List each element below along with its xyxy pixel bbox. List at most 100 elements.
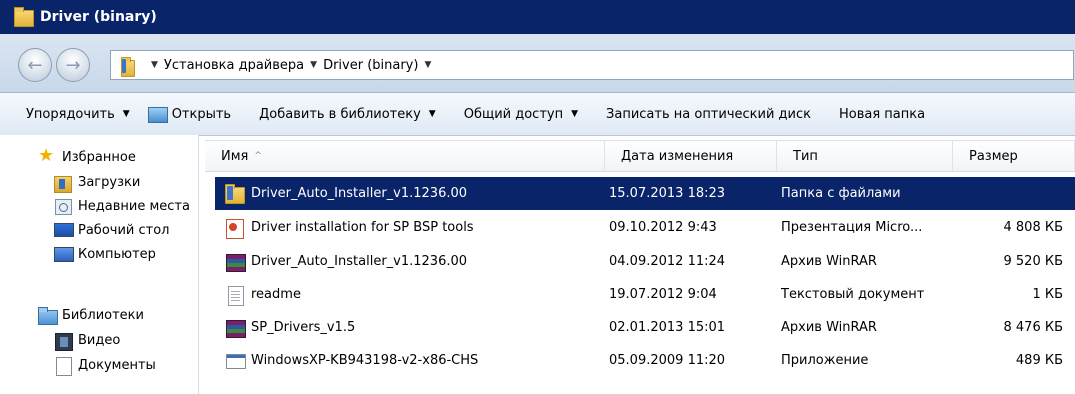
nav-item-documents[interactable]: Документы — [54, 357, 156, 376]
column-label: Размер — [969, 148, 1018, 164]
nav-item-favorites[interactable]: ★ Избранное — [38, 145, 136, 166]
column-header-size[interactable]: Размер — [953, 141, 1075, 171]
address-bar-area: ← → ▼ Установка драйвера ▼ Driver (binar… — [0, 34, 1075, 93]
file-name: Driver_Auto_Installer_v1.1236.00 — [251, 254, 468, 269]
file-name-cell: Driver installation for SP BSP tools — [225, 211, 605, 244]
file-name-cell: SP_Drivers_v1.5 — [225, 311, 605, 344]
file-name-cell: Driver_Auto_Installer_v1.1236.00 — [225, 177, 605, 210]
file-type: Приложение — [781, 353, 869, 368]
file-row[interactable]: Driver_Auto_Installer_v1.1236.00 15.07.2… — [215, 177, 1075, 210]
winrar-icon — [225, 318, 246, 338]
file-name: WindowsXP-KB943198-v2-x86-CHS — [251, 353, 479, 368]
file-date: 05.09.2009 11:20 — [609, 353, 726, 368]
file-name: readme — [251, 287, 301, 302]
winrar-icon — [225, 252, 246, 272]
file-type: Презентация Micro... — [781, 220, 923, 235]
file-type: Архив WinRAR — [781, 254, 877, 269]
column-label: Дата изменения — [621, 148, 734, 164]
nav-item-computer[interactable]: Компьютер — [54, 246, 156, 262]
file-name-cell: Driver_Auto_Installer_v1.1236.00 — [225, 245, 605, 278]
nav-label: Библиотеки — [62, 307, 144, 323]
file-name: Driver_Auto_Installer_v1.1236.00 — [251, 186, 468, 201]
column-label: Имя — [221, 148, 249, 164]
burn-button[interactable]: Записать на оптический диск — [606, 107, 811, 122]
breadcrumb-item-install-driver[interactable]: Установка драйвера — [164, 58, 304, 73]
share-button[interactable]: Общий доступ ▼ — [464, 107, 578, 122]
file-date: 04.09.2012 11:24 — [609, 254, 726, 269]
file-type: Папка с файлами — [781, 186, 901, 201]
chevron-down-icon: ▼ — [428, 109, 436, 119]
file-date: 15.07.2013 18:23 — [609, 186, 726, 201]
column-header-bar: Имя ^ Дата изменения Тип Размер — [205, 140, 1075, 172]
documents-icon — [54, 357, 72, 376]
organize-button[interactable]: Упорядочить ▼ — [26, 107, 130, 122]
file-size — [951, 177, 1063, 210]
file-row[interactable]: Driver_Auto_Installer_v1.1236.00 04.09.2… — [215, 245, 1075, 278]
new-folder-button[interactable]: Новая папка — [839, 107, 925, 122]
nav-label: Избранное — [62, 149, 136, 165]
nav-item-video[interactable]: Видео — [54, 332, 121, 351]
nav-label: Документы — [78, 357, 156, 373]
file-size: 9 520 КБ — [1003, 254, 1064, 269]
video-icon — [54, 332, 73, 351]
column-header-type[interactable]: Тип — [777, 141, 953, 171]
chevron-down-icon: ▼ — [122, 109, 130, 119]
file-date: 19.07.2012 9:04 — [609, 287, 717, 302]
nav-item-recent-places[interactable]: Недавние места — [54, 198, 190, 215]
file-date: 02.01.2013 15:01 — [609, 320, 726, 335]
folder-icon — [225, 183, 245, 204]
nav-item-libraries[interactable]: Библиотеки — [38, 307, 144, 325]
column-header-date[interactable]: Дата изменения — [605, 141, 777, 171]
burn-label: Записать на оптический диск — [606, 106, 811, 122]
desktop-icon — [54, 222, 74, 238]
application-icon — [225, 351, 246, 371]
back-button[interactable]: ← — [18, 48, 52, 82]
file-row[interactable]: WindowsXP-KB943198-v2-x86-CHS 05.09.2009… — [215, 344, 1075, 377]
navigation-buttons: ← → — [18, 48, 96, 82]
sort-ascending-icon: ^ — [254, 151, 262, 161]
forward-arrow-icon: → — [65, 54, 81, 76]
computer-icon — [54, 246, 74, 262]
column-label: Тип — [793, 148, 818, 164]
navigation-pane[interactable]: ★ Избранное Загрузки Недавние места Рабо… — [0, 135, 199, 394]
nav-item-downloads[interactable]: Загрузки — [54, 174, 141, 193]
file-row[interactable]: Driver installation for SP BSP tools 09.… — [215, 211, 1075, 244]
star-icon: ★ — [38, 145, 55, 166]
back-arrow-icon: ← — [27, 54, 43, 76]
file-size: 1 КБ — [1032, 287, 1063, 302]
folder-icon — [14, 7, 34, 27]
nav-label: Видео — [78, 332, 121, 348]
nav-label: Компьютер — [78, 246, 156, 262]
libraries-icon — [38, 307, 58, 325]
file-size: 4 808 КБ — [1003, 220, 1064, 235]
add-to-library-button[interactable]: Добавить в библиотеку ▼ — [259, 107, 436, 122]
folder-icon — [121, 57, 135, 77]
share-label: Общий доступ — [463, 106, 564, 122]
chevron-down-icon[interactable]: ▼ — [424, 60, 431, 70]
nav-item-desktop[interactable]: Рабочий стол — [54, 222, 169, 238]
downloads-folder-icon — [54, 174, 72, 193]
new-folder-label: Новая папка — [838, 106, 926, 122]
file-row[interactable]: readme 19.07.2012 9:04 Текстовый докумен… — [215, 278, 1075, 311]
nav-label: Загрузки — [78, 174, 141, 190]
file-row[interactable]: SP_Drivers_v1.5 02.01.2013 15:01 Архив W… — [215, 311, 1075, 344]
text-file-icon — [225, 285, 245, 306]
column-header-name[interactable]: Имя ^ — [205, 141, 605, 171]
chevron-down-icon[interactable]: ▼ — [310, 60, 317, 70]
breadcrumb-item-driver-binary[interactable]: Driver (binary) — [323, 58, 418, 73]
add-to-library-label: Добавить в библиотеку — [259, 106, 421, 122]
chevron-down-icon[interactable]: ▼ — [151, 60, 158, 70]
window-title-bar[interactable]: Driver (binary) — [0, 0, 1075, 34]
address-bar[interactable]: ▼ Установка драйвера ▼ Driver (binary) ▼ — [110, 50, 1074, 80]
recent-places-icon — [54, 198, 72, 215]
breadcrumb: ▼ Установка драйвера ▼ Driver (binary) ▼ — [145, 58, 437, 73]
file-name-cell: readme — [225, 278, 605, 311]
open-button[interactable]: Открыть — [147, 106, 231, 123]
file-type: Текстовый документ — [781, 287, 925, 302]
file-size: 489 КБ — [1015, 353, 1063, 368]
forward-button[interactable]: → — [56, 48, 90, 82]
chevron-down-icon: ▼ — [571, 109, 579, 119]
file-date: 09.10.2012 9:43 — [609, 220, 717, 235]
command-toolbar: Упорядочить ▼ Открыть Добавить в библиот… — [0, 93, 1075, 136]
organize-label: Упорядочить — [26, 106, 115, 122]
